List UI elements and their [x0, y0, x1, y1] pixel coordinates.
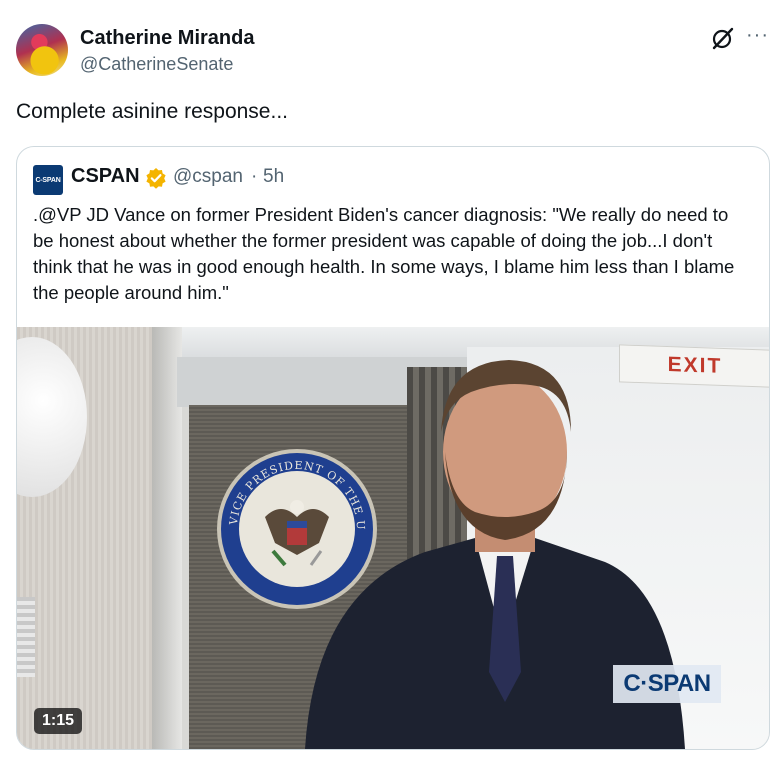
more-icon[interactable]: ···	[746, 24, 769, 47]
grok-icon[interactable]	[710, 26, 736, 50]
verified-icon	[146, 168, 166, 189]
quoted-author-name[interactable]: CSPAN	[71, 165, 140, 188]
quoted-tweet[interactable]: C-SPAN CSPAN @cspan · 5h .@VP JD Vance o…	[16, 146, 770, 750]
separator-dot: ·	[251, 166, 258, 187]
video-player[interactable]: VICE PRESIDENT OF THE UNITED STATES EXIT…	[17, 327, 769, 749]
quoted-text: .@VP JD Vance on former President Biden'…	[33, 204, 735, 303]
cspan-watermark: C·SPAN	[613, 665, 721, 703]
quoted-timestamp[interactable]: 5h	[263, 166, 284, 188]
tweet-text: Complete asinine response...	[16, 100, 288, 123]
author-avatar[interactable]	[16, 24, 68, 76]
cspan-logo: C-SPAN	[33, 165, 63, 195]
video-duration: 1:15	[34, 708, 83, 734]
wall-vent	[17, 597, 35, 677]
quoted-author-handle[interactable]: @cspan	[173, 166, 243, 188]
author-name[interactable]: Catherine Miranda	[80, 27, 254, 50]
author-handle[interactable]: @CatherineSenate	[80, 54, 233, 75]
